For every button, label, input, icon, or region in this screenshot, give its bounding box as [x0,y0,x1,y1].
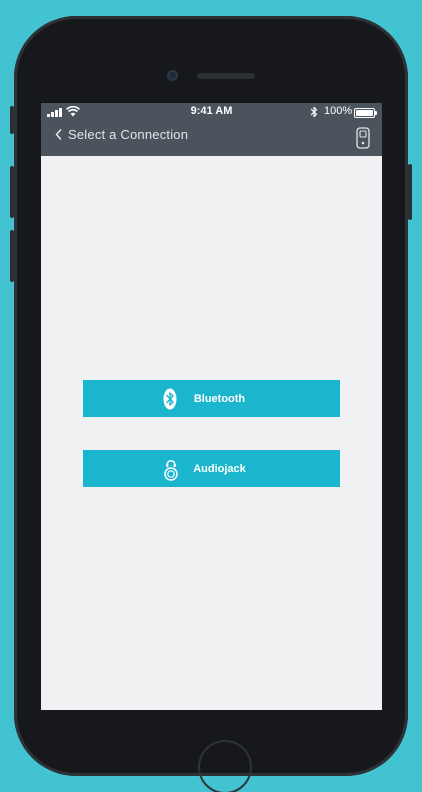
bluetooth-status-icon [310,106,318,118]
front-camera [167,70,178,81]
volume-up-button [10,166,14,218]
headphone-jack-icon [164,459,178,481]
page-title: Select a Connection [68,127,189,142]
device-icon[interactable] [356,127,370,149]
back-button[interactable]: Select a Connection [55,127,188,142]
bluetooth-label: Bluetooth [193,392,246,405]
chevron-left-icon [55,129,62,140]
mute-switch [10,106,14,134]
power-button [408,164,412,220]
navigation-bar: Select a Connection [41,121,382,156]
app-screen: 9:41 AM 100% Select a Connection Bluetoo… [41,103,382,710]
audiojack-button[interactable]: Audiojack [83,450,340,487]
bluetooth-button[interactable]: Bluetooth [83,380,340,417]
audiojack-label: Audiojack [193,462,246,475]
battery-icon [354,108,377,118]
earpiece-speaker [197,73,255,79]
volume-down-button [10,230,14,282]
battery-percent: 100% [324,105,353,117]
status-bar: 9:41 AM 100% [41,103,382,121]
bluetooth-icon [163,388,177,409]
